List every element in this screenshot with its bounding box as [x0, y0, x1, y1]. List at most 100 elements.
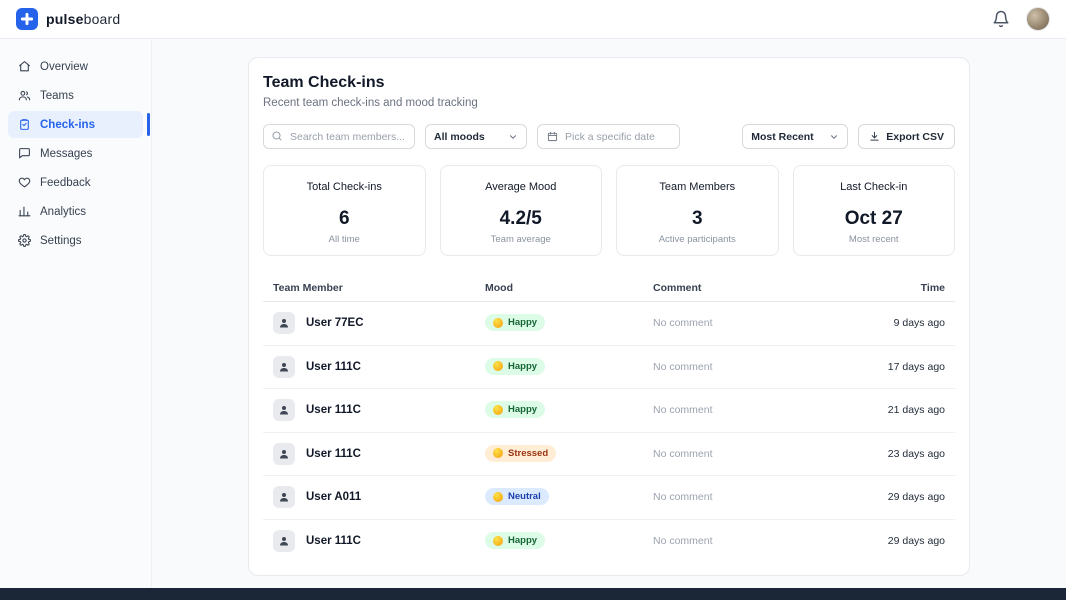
stat-value: 6 [339, 208, 350, 230]
comment-cell: No comment [653, 404, 795, 416]
comment-cell: No comment [653, 361, 795, 373]
user-avatar[interactable] [1026, 7, 1050, 31]
member-cell: User 111C [273, 356, 485, 378]
sidebar-item-check-ins[interactable]: Check-ins [8, 111, 143, 138]
time-cell: 29 days ago [795, 535, 945, 547]
sidebar-item-settings[interactable]: Settings [8, 227, 143, 254]
stat-label: Last Check-in [840, 181, 907, 193]
member-avatar [273, 399, 295, 421]
search-input[interactable] [263, 124, 415, 149]
sidebar-item-feedback[interactable]: Feedback [8, 169, 143, 196]
stat-value: Oct 27 [845, 208, 903, 230]
heart-icon [18, 176, 31, 189]
sidebar-item-label: Teams [40, 90, 74, 102]
brand-name-light: board [84, 11, 121, 27]
comment-cell: No comment [653, 491, 795, 503]
member-cell: User 111C [273, 399, 485, 421]
person-icon [278, 448, 290, 460]
stat-sub: All time [329, 234, 360, 245]
member-name: User 111C [306, 535, 361, 547]
member-avatar [273, 443, 295, 465]
chat-icon [18, 147, 31, 160]
mood-badge: Happy [485, 358, 545, 375]
mood-label: Happy [508, 404, 537, 415]
person-icon [278, 491, 290, 503]
stat-card-total-check-ins: Total Check-ins 6 All time [263, 165, 426, 256]
sidebar-item-label: Messages [40, 148, 92, 160]
stat-sub: Most recent [849, 234, 899, 245]
member-avatar [273, 356, 295, 378]
main-content: Team Check-ins Recent team check-ins and… [152, 39, 1066, 588]
member-cell: User A011 [273, 486, 485, 508]
clipboard-icon [18, 118, 31, 131]
table-row[interactable]: User 111C Stressed No comment 23 days ag… [263, 433, 955, 477]
col-header-team-member: Team Member [273, 282, 485, 294]
table-row[interactable]: User 111C Happy No comment 29 days ago [263, 520, 955, 564]
time-cell: 17 days ago [795, 361, 945, 373]
table-row[interactable]: User A011 Neutral No comment 29 days ago [263, 476, 955, 520]
member-avatar [273, 486, 295, 508]
mood-label: Neutral [508, 491, 541, 502]
brand-name: pulseboard [46, 11, 120, 27]
member-name: User 77EC [306, 317, 364, 329]
home-icon [18, 60, 31, 73]
mood-filter-select[interactable]: All moods [425, 124, 527, 149]
search-icon [271, 130, 283, 142]
member-avatar [273, 530, 295, 552]
stat-card-last-check-in: Last Check-in Oct 27 Most recent [793, 165, 956, 256]
users-icon [18, 89, 31, 102]
mood-label: Happy [508, 535, 537, 546]
date-picker-placeholder: Pick a specific date [565, 131, 655, 143]
stat-card-average-mood: Average Mood 4.2/5 Team average [440, 165, 603, 256]
member-name: User 111C [306, 404, 361, 416]
emoji-happy-icon [493, 405, 503, 415]
emoji-happy-icon [493, 536, 503, 546]
sidebar-item-label: Check-ins [40, 119, 95, 131]
stats-row: Total Check-ins 6 All time Average Mood … [263, 165, 955, 256]
mood-badge: Happy [485, 314, 545, 331]
table-row[interactable]: User 77EC Happy No comment 9 days ago [263, 302, 955, 346]
gear-icon [18, 234, 31, 247]
check-ins-card: Team Check-ins Recent team check-ins and… [248, 57, 970, 576]
top-bar: pulseboard [0, 0, 1066, 39]
emoji-happy-icon [493, 361, 503, 371]
emoji-happy-icon [493, 318, 503, 328]
member-cell: User 111C [273, 443, 485, 465]
stat-value: 4.2/5 [500, 208, 542, 230]
sidebar-item-overview[interactable]: Overview [8, 53, 143, 80]
member-cell: User 77EC [273, 312, 485, 334]
member-avatar [273, 312, 295, 334]
stat-card-team-members: Team Members 3 Active participants [616, 165, 779, 256]
sidebar-item-label: Feedback [40, 177, 91, 189]
sidebar-item-label: Analytics [40, 206, 86, 218]
table-header-row: Team Member Mood Comment Time [263, 274, 955, 302]
brand-name-bold: pulse [46, 11, 84, 27]
person-icon [278, 361, 290, 373]
export-csv-label: Export CSV [886, 131, 944, 143]
calendar-icon [547, 131, 558, 142]
mood-badge: Neutral [485, 488, 549, 505]
chevron-down-icon [508, 132, 518, 142]
mood-badge: Happy [485, 532, 545, 549]
stat-sub: Active participants [659, 234, 736, 245]
col-header-mood: Mood [485, 282, 653, 294]
mood-filter-value: All moods [434, 131, 485, 143]
filters-row: All moods Pick a specific date Most Rece… [263, 124, 955, 149]
mood-label: Happy [508, 361, 537, 372]
date-picker-field[interactable]: Pick a specific date [537, 124, 680, 149]
sidebar-item-messages[interactable]: Messages [8, 140, 143, 167]
table-row[interactable]: User 111C Happy No comment 17 days ago [263, 346, 955, 390]
sidebar-item-analytics[interactable]: Analytics [8, 198, 143, 225]
brand-logo[interactable]: pulseboard [16, 8, 120, 30]
notifications-bell-icon[interactable] [992, 10, 1010, 28]
table-row[interactable]: User 111C Happy No comment 21 days ago [263, 389, 955, 433]
person-icon [278, 317, 290, 329]
comment-cell: No comment [653, 448, 795, 460]
member-name: User A011 [306, 491, 361, 503]
check-ins-table: Team Member Mood Comment Time User 77EC … [263, 274, 955, 563]
mood-label: Happy [508, 317, 537, 328]
sort-select[interactable]: Most Recent [742, 124, 848, 149]
sidebar-item-teams[interactable]: Teams [8, 82, 143, 109]
export-csv-button[interactable]: Export CSV [858, 124, 955, 149]
pulseboard-logo-icon [16, 8, 38, 30]
